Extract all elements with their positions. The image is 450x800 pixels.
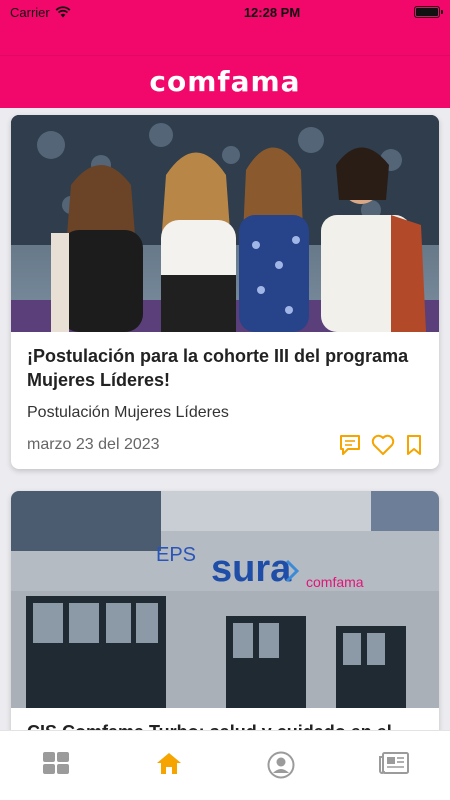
tab-grid[interactable] [26,751,86,775]
card-title[interactable]: ¡Postulación para la cohorte III del pro… [27,344,423,392]
carrier-info: Carrier [10,5,170,20]
card-photo[interactable] [11,115,439,332]
clock: 12:28 PM [243,4,301,20]
comment-icon[interactable] [339,434,361,456]
card-subtitle: Postulación Mujeres Líderes [27,404,229,421]
grid-icon [43,752,70,774]
card-body: CIS Comfama Turbo: salud y cuidado en el [11,708,439,730]
news-card[interactable]: ¡Postulación para la cohorte III del pro… [11,115,439,469]
tab-home[interactable] [139,751,199,775]
sura-sign: sura [211,548,292,590]
wifi-icon [55,6,71,18]
bookmark-icon[interactable] [405,434,423,456]
tab-news[interactable] [364,751,424,775]
comfama-sign: comfama [306,574,364,590]
eps-sign: EPS [156,544,196,566]
tab-profile[interactable] [251,751,311,779]
bottom-tab-bar [0,730,450,800]
status-bar: Carrier 12:28 PM [0,0,450,24]
profile-icon [267,751,295,779]
card-photo[interactable]: EPS sura comfama [11,491,439,708]
card-actions [339,434,423,456]
news-icon [378,752,409,774]
comfama-logo: comfama [149,65,301,98]
battery-icon [414,6,443,18]
photo-illustration [11,115,439,332]
photo-illustration: EPS sura comfama [11,491,439,708]
card-title[interactable]: CIS Comfama Turbo: salud y cuidado en el [27,720,423,730]
carrier-label: Carrier [10,4,50,20]
card-footer: marzo 23 del 2023 [27,434,423,456]
app-header: comfama [0,24,450,108]
card-body: ¡Postulación para la cohorte III del pro… [11,332,439,468]
news-card[interactable]: EPS sura comfama CIS Comfama Turbo: salu… [11,491,439,730]
heart-icon[interactable] [371,434,395,456]
card-date: marzo 23 del 2023 [27,436,160,453]
news-feed[interactable]: ¡Postulación para la cohorte III del pro… [0,108,450,730]
home-icon [156,753,181,774]
